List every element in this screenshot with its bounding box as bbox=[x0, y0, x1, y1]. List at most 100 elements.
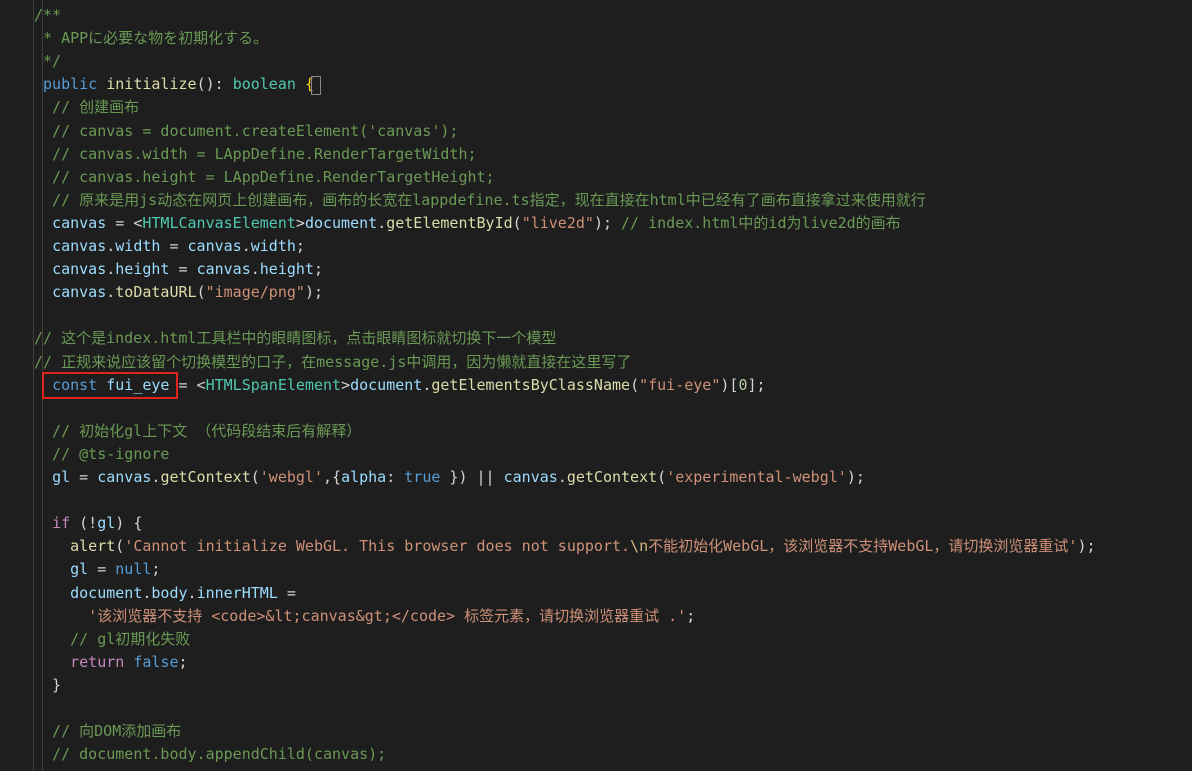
code-token: . bbox=[250, 260, 260, 279]
code-token: canvas bbox=[187, 237, 242, 255]
code-token: alert bbox=[70, 537, 116, 556]
code-line[interactable]: // 这个是index.html工具栏中的眼睛图标，点击眼睛图标就切换下一个模型 bbox=[0, 327, 1192, 350]
code-token: /** bbox=[34, 6, 62, 24]
code-line[interactable]: // 原来是用js动态在网页上创建画布，画布的长宽在lappdefine.ts指… bbox=[0, 189, 1192, 212]
code-token: = bbox=[169, 260, 197, 279]
code-line[interactable]: const fui_eye = <HTMLSpanElement>documen… bbox=[0, 374, 1192, 397]
code-line[interactable]: gl = null; bbox=[0, 558, 1192, 581]
code-token: HTMLSpanElement bbox=[205, 375, 342, 394]
code-token: // document.body.appendChild(canvas); bbox=[34, 745, 387, 764]
code-token: ]; bbox=[747, 375, 766, 394]
code-line[interactable] bbox=[0, 397, 1192, 420]
code-token: document bbox=[350, 375, 423, 394]
code-line[interactable]: gl = canvas.getContext('webgl',{alpha: t… bbox=[0, 466, 1192, 489]
code-token: "image/png" bbox=[205, 283, 305, 302]
code-line[interactable]: // gl初期化失败 bbox=[0, 628, 1192, 651]
code-line[interactable]: document.body.innerHTML = bbox=[0, 582, 1192, 605]
code-line[interactable]: if (!gl) { bbox=[0, 512, 1192, 535]
code-line[interactable]: canvas.width = canvas.width; bbox=[0, 235, 1192, 258]
code-token: if bbox=[52, 514, 71, 533]
code-token: canvas bbox=[196, 260, 251, 279]
code-line[interactable]: return false; bbox=[0, 651, 1192, 674]
code-token: gl bbox=[52, 468, 71, 486]
code-line[interactable]: // 创建画布 bbox=[0, 96, 1192, 119]
code-line[interactable]: canvas = <HTMLCanvasElement>document.get… bbox=[0, 212, 1192, 235]
code-line[interactable]: // 初始化gl上下文 （代码段结束后有解释） bbox=[0, 420, 1192, 443]
code-editor[interactable]: /** * APPに必要な物を初期化する。 */ public initiali… bbox=[0, 0, 1192, 771]
code-token: = bbox=[277, 583, 296, 602]
code-line[interactable]: // canvas = document.createElement('canv… bbox=[0, 120, 1192, 143]
code-token: // 创建画布 bbox=[34, 98, 140, 117]
code-token: canvas bbox=[52, 283, 107, 302]
code-token: "fui-eye" bbox=[639, 375, 721, 394]
code-token: . bbox=[557, 468, 567, 486]
code-token: ); bbox=[304, 283, 323, 302]
code-line[interactable]: // canvas.height = LAppDefine.RenderTarg… bbox=[0, 166, 1192, 189]
code-line[interactable]: public initialize(): boolean { bbox=[0, 73, 1192, 96]
code-line[interactable]: // 向DOM添加画布 bbox=[0, 720, 1192, 743]
code-token: true bbox=[404, 468, 441, 486]
code-token: ) { bbox=[115, 514, 143, 533]
code-token: = bbox=[160, 237, 188, 255]
code-token: . bbox=[106, 260, 116, 279]
code-token: \n bbox=[630, 537, 649, 556]
code-token: false bbox=[133, 652, 179, 671]
code-line[interactable]: '该浏览器不支持 <code>&lt;canvas&gt;</code> 标签元… bbox=[0, 605, 1192, 628]
code-token: "live2d" bbox=[521, 213, 594, 232]
code-line[interactable]: */ bbox=[0, 50, 1192, 73]
code-token: ( bbox=[512, 213, 522, 232]
red-highlight-box bbox=[42, 372, 178, 399]
code-token: ); bbox=[846, 468, 865, 486]
code-token: ( bbox=[250, 468, 260, 486]
code-line[interactable]: // canvas.width = LAppDefine.RenderTarge… bbox=[0, 143, 1192, 166]
code-token: '该浏览器不支持 <code>&lt;canvas&gt;</code> 标签元… bbox=[88, 606, 687, 625]
code-token: . bbox=[377, 213, 387, 232]
code-token: getElementById bbox=[386, 213, 513, 232]
code-token: . bbox=[241, 237, 251, 255]
code-token: (): bbox=[196, 75, 233, 94]
code-token: }) || bbox=[440, 468, 504, 486]
code-token: return bbox=[70, 652, 125, 671]
code-token: height bbox=[115, 260, 170, 279]
code-line[interactable]: // 正规来说应该留个切换模型的口子，在message.js中调用，因为懒就直接… bbox=[0, 351, 1192, 374]
code-line[interactable] bbox=[0, 697, 1192, 720]
code-token: } bbox=[34, 675, 62, 694]
code-token: HTMLCanvasElement bbox=[142, 213, 296, 232]
code-token: gl bbox=[70, 560, 89, 579]
code-token: canvas bbox=[503, 468, 558, 486]
code-token: // gl初期化失败 bbox=[34, 629, 191, 648]
code-line[interactable] bbox=[0, 489, 1192, 512]
code-token: ( bbox=[115, 537, 125, 556]
code-line[interactable]: canvas.height = canvas.height; bbox=[0, 258, 1192, 281]
code-token: boolean bbox=[232, 75, 296, 94]
code-token: // 原来是用js动态在网页上创建画布，画布的长宽在lappdefine.ts指… bbox=[34, 190, 926, 209]
code-line[interactable]: canvas.toDataURL("image/png"); bbox=[0, 281, 1192, 304]
code-token: innerHTML bbox=[196, 583, 278, 602]
code-token: > bbox=[341, 375, 351, 394]
code-token: ; bbox=[295, 237, 305, 255]
code-token: 不能初始化WebGL，该浏览器不支持WebGL，请切换浏览器重试' bbox=[648, 537, 1078, 556]
code-token: ( bbox=[657, 468, 667, 486]
code-line[interactable]: * APPに必要な物を初期化する。 bbox=[0, 27, 1192, 50]
code-token: (! bbox=[70, 514, 98, 533]
code-token: 'experimental-webgl' bbox=[666, 468, 847, 486]
code-token: ; bbox=[151, 560, 161, 579]
code-line[interactable]: } bbox=[0, 674, 1192, 697]
code-line[interactable]: // document.body.appendChild(canvas); bbox=[0, 743, 1192, 766]
code-token: )[ bbox=[720, 375, 739, 394]
code-line[interactable]: alert('Cannot initialize WebGL. This bro… bbox=[0, 535, 1192, 558]
code-token: height bbox=[259, 260, 314, 279]
code-line[interactable]: // @ts-ignore bbox=[0, 443, 1192, 466]
code-line[interactable]: /** bbox=[0, 4, 1192, 27]
code-line[interactable] bbox=[0, 304, 1192, 327]
code-token: ; bbox=[178, 652, 188, 671]
code-token: canvas bbox=[52, 237, 107, 255]
